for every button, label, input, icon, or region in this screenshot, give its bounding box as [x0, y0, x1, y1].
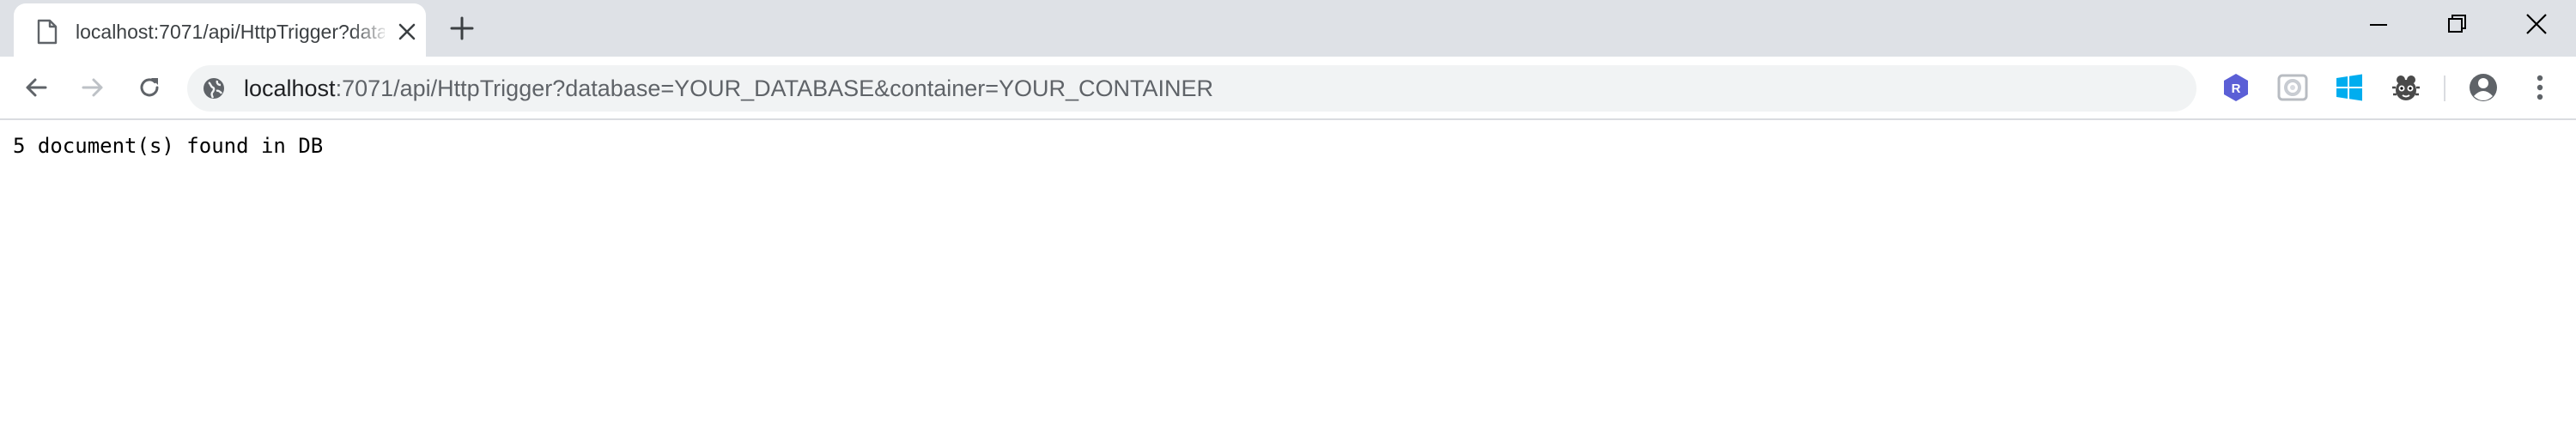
reload-icon: [140, 78, 159, 97]
extension-button-windows[interactable]: [2332, 70, 2366, 105]
toolbar-separator: [2444, 76, 2445, 101]
r-hexagon-icon: R: [2224, 74, 2248, 101]
plus-icon[interactable]: [448, 15, 476, 42]
minimize-button[interactable]: [2339, 0, 2418, 51]
extension-button-r[interactable]: R: [2219, 70, 2253, 105]
address-bar[interactable]: localhost:7071/api/HttpTrigger?database=…: [187, 65, 2196, 112]
capture-icon: [2277, 74, 2308, 101]
arrow-left-icon: [26, 78, 47, 97]
page-body-text: 5 document(s) found in DB: [13, 134, 324, 158]
menu-button[interactable]: [2523, 70, 2557, 105]
globe-icon[interactable]: [203, 77, 225, 100]
tab-title-fade: [350, 15, 392, 48]
back-button[interactable]: [17, 69, 55, 106]
page-icon: [36, 19, 58, 45]
bug-icon: [2392, 76, 2420, 100]
extension-button-capture[interactable]: [2275, 70, 2310, 105]
svg-text:R: R: [2232, 82, 2241, 96]
tab-title: localhost:7071/api/HttpTrigger?database=…: [76, 21, 385, 43]
url-text[interactable]: localhost:7071/api/HttpTrigger?database=…: [244, 74, 1213, 103]
url-path: :7071/api/HttpTrigger?database=YOUR_DATA…: [335, 76, 1214, 101]
url-host: localhost: [244, 76, 336, 101]
profile-button[interactable]: [2466, 70, 2500, 105]
minimize-icon: [2370, 24, 2387, 26]
forward-button[interactable]: [74, 69, 112, 106]
close-icon: [2526, 14, 2547, 34]
tab-close-icon[interactable]: [397, 21, 417, 42]
browser-toolbar: localhost:7071/api/HttpTrigger?database=…: [0, 57, 2576, 120]
windows-icon: [2336, 74, 2362, 101]
extension-button-bug[interactable]: [2389, 70, 2423, 105]
restore-icon: [2448, 15, 2466, 33]
arrow-right-icon: [82, 78, 103, 97]
profile-icon: [2470, 74, 2497, 101]
tab-strip: localhost:7071/api/HttpTrigger?database=…: [0, 0, 2576, 57]
browser-tab[interactable]: localhost:7071/api/HttpTrigger?database=…: [14, 3, 426, 57]
kebab-menu-icon: [2537, 75, 2543, 100]
close-window-button[interactable]: [2497, 0, 2576, 51]
reload-button[interactable]: [131, 69, 168, 106]
restore-button[interactable]: [2418, 0, 2497, 51]
